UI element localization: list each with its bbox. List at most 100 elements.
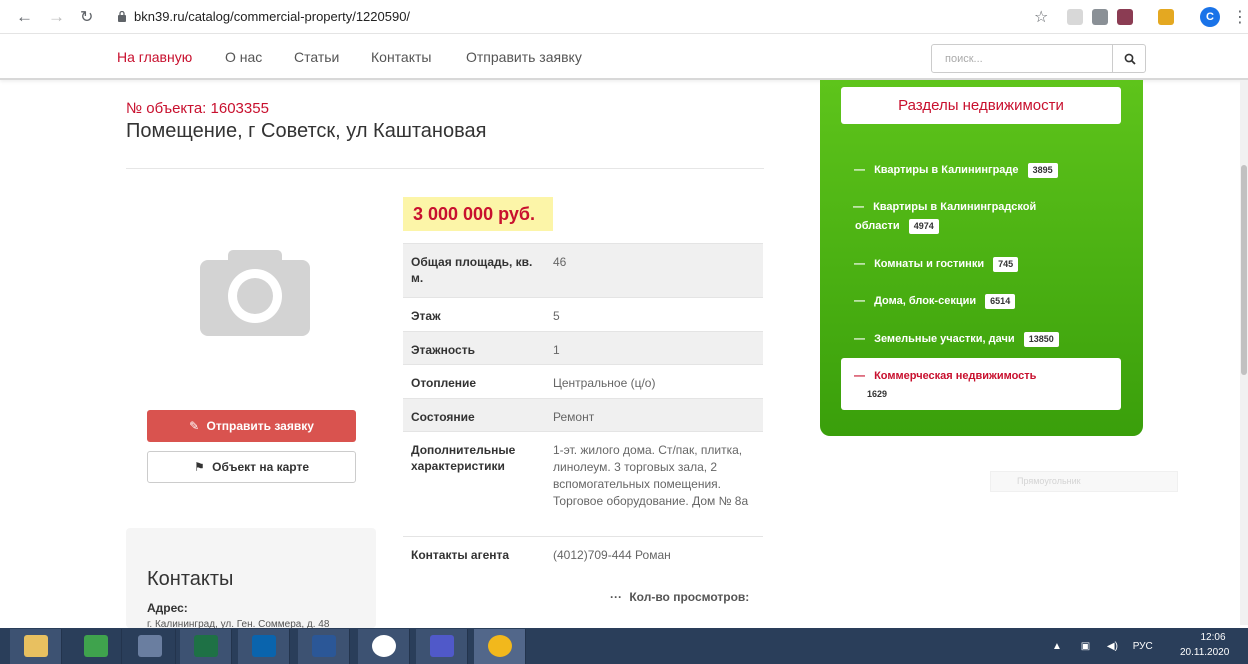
yandex-browser-icon bbox=[372, 635, 396, 657]
search-input[interactable]: поиск... bbox=[931, 44, 1113, 73]
sidebar-item-houses[interactable]: — Дома, блок-секции 6514 bbox=[854, 293, 1016, 309]
contacts-panel: Контакты Адрес: г. Калининград, ул. Ген.… bbox=[126, 528, 376, 628]
show-on-map-button[interactable]: ⚑ Объект на карте bbox=[147, 451, 356, 483]
contacts-title: Контакты bbox=[147, 568, 234, 590]
camera-placeholder-icon bbox=[200, 250, 310, 336]
nav-submit-request[interactable]: Отправить заявку bbox=[466, 49, 582, 65]
nav-articles[interactable]: Статьи bbox=[294, 49, 339, 65]
excel-icon bbox=[194, 635, 218, 657]
property-key: Состояние bbox=[411, 410, 475, 424]
sidebar-item-apartments-region[interactable]: — Квартиры в Калининградской bbox=[853, 199, 1036, 215]
clock-date[interactable]: 20.11.2020 bbox=[1180, 647, 1229, 658]
language-indicator[interactable]: РУС bbox=[1133, 641, 1153, 652]
property-key: Этаж bbox=[411, 309, 441, 323]
address-bar[interactable]: bkn39.ru/catalog/commercial-property/122… bbox=[134, 9, 410, 24]
folder-icon bbox=[24, 635, 48, 657]
eye-icon: ··· bbox=[610, 590, 622, 604]
sidebar-item-apartments-city[interactable]: — Квартиры в Калининграде 3895 bbox=[854, 162, 1058, 178]
property-key: Этажность bbox=[411, 343, 475, 357]
dash-icon: — bbox=[854, 370, 865, 382]
page-title: Помещение, г Советск, ул Каштановая bbox=[126, 120, 487, 142]
taskbar-teams[interactable] bbox=[416, 629, 468, 664]
property-value: 1-эт. жилого дома. Ст/пак, плитка, линол… bbox=[553, 443, 749, 508]
paint-app-icon bbox=[138, 635, 162, 657]
outlook-icon bbox=[252, 635, 276, 657]
taskbar-excel[interactable] bbox=[180, 629, 232, 664]
sidebar-item-rooms[interactable]: — Комнаты и гостинки 745 bbox=[854, 256, 1019, 272]
teams-icon bbox=[430, 635, 454, 657]
sidebar-item-label: Квартиры в Калининградской bbox=[873, 201, 1037, 213]
taskbar-app[interactable] bbox=[124, 629, 176, 664]
nav-contacts[interactable]: Контакты bbox=[371, 49, 431, 65]
sidebar-item-land[interactable]: — Земельные участки, дачи 13850 bbox=[854, 331, 1059, 347]
extension-icon[interactable] bbox=[1117, 9, 1133, 25]
clock-time[interactable]: 12:06 bbox=[1193, 632, 1233, 643]
chart-app-icon bbox=[84, 635, 108, 657]
system-tray[interactable]: ▲ ▣ ◀) РУС bbox=[1052, 641, 1153, 652]
sidebar-title: Разделы недвижимости bbox=[841, 87, 1121, 124]
property-key: Отопление bbox=[411, 376, 477, 390]
property-key: Общая площадь, кв. м. bbox=[411, 255, 533, 285]
scrollbar-thumb[interactable] bbox=[1241, 165, 1247, 375]
chrome-icon bbox=[488, 635, 512, 657]
property-value: 1 bbox=[553, 343, 560, 357]
count-badge: 3895 bbox=[1027, 163, 1058, 178]
flag-icon: ⚑ bbox=[194, 460, 205, 474]
send-request-button[interactable]: ✎ Отправить заявку bbox=[147, 410, 356, 442]
edit-icon: ✎ bbox=[189, 419, 200, 433]
taskbar-chrome[interactable] bbox=[474, 629, 526, 664]
address-value: г. Калининград, ул. Ген. Соммера, д. 48 bbox=[147, 619, 330, 628]
sidebar-item-commercial[interactable]: — Коммерческая недвижимость 1629 bbox=[841, 358, 1121, 410]
table-row: Этажность 1 bbox=[403, 331, 763, 364]
reload-icon[interactable]: ↻ bbox=[80, 7, 93, 27]
table-row: Дополнительные характеристики 1-эт. жило… bbox=[403, 431, 763, 536]
taskbar-explorer[interactable] bbox=[10, 629, 62, 664]
extension-icon[interactable] bbox=[1158, 9, 1174, 25]
word-icon bbox=[312, 635, 336, 657]
table-row: Общая площадь, кв. м. 46 bbox=[403, 243, 763, 297]
dash-icon: — bbox=[854, 258, 865, 270]
dash-icon: — bbox=[854, 333, 865, 345]
sidebar-item-apartments-region-line2[interactable]: области 4974 bbox=[855, 218, 939, 234]
send-request-label: Отправить заявку bbox=[206, 419, 314, 433]
nav-home[interactable]: На главную bbox=[117, 49, 192, 65]
count-badge: 1629 bbox=[867, 389, 888, 399]
menu-kebab-icon[interactable]: ⋮ bbox=[1232, 7, 1248, 27]
sidebar-active-label: — Коммерческая недвижимость bbox=[854, 370, 1036, 382]
network-icon: ▣ bbox=[1080, 641, 1091, 652]
dash-icon: — bbox=[853, 201, 864, 213]
sidebar-item-label: Комнаты и гостинки bbox=[874, 258, 985, 270]
count-badge: 13850 bbox=[1023, 332, 1059, 347]
show-on-map-label: Объект на карте bbox=[212, 460, 309, 474]
count-badge: 745 bbox=[993, 257, 1019, 272]
forward-icon[interactable]: → bbox=[48, 7, 65, 27]
extension-icon[interactable] bbox=[1092, 9, 1108, 25]
divider bbox=[126, 168, 764, 169]
volume-icon: ◀) bbox=[1106, 641, 1118, 652]
sidebar-item-label: Квартиры в Калининграде bbox=[874, 164, 1019, 176]
profile-avatar[interactable]: C bbox=[1200, 7, 1220, 27]
table-row: Отопление Центральное (ц/о) bbox=[403, 364, 763, 398]
property-value: 5 bbox=[553, 309, 560, 323]
taskbar-yandex[interactable] bbox=[358, 629, 410, 664]
dash-icon: — bbox=[854, 164, 865, 176]
taskbar-app[interactable] bbox=[70, 629, 122, 664]
views-label: Кол-во просмотров: bbox=[629, 590, 750, 604]
back-icon[interactable]: ← bbox=[16, 7, 33, 27]
search-button[interactable] bbox=[1112, 44, 1146, 73]
tray-arrow-icon: ▲ bbox=[1052, 641, 1062, 652]
search-icon bbox=[1124, 53, 1136, 65]
ghost-placeholder: Прямоугольник bbox=[990, 471, 1178, 492]
object-number: № объекта: 1603355 bbox=[126, 100, 269, 117]
dash-icon: — bbox=[854, 295, 865, 307]
sidebar-categories: Разделы недвижимости — Квартиры в Калини… bbox=[820, 80, 1143, 436]
browser-toolbar: ← → ↻ bkn39.ru/catalog/commercial-proper… bbox=[0, 0, 1248, 34]
taskbar-outlook[interactable] bbox=[238, 629, 290, 664]
table-row: Контакты агента (4012)709-444 Роман bbox=[403, 536, 763, 576]
taskbar-word[interactable] bbox=[298, 629, 350, 664]
property-value: (4012)709-444 Роман bbox=[553, 548, 671, 562]
price-tag: 3 000 000 руб. bbox=[403, 197, 553, 231]
extension-icon[interactable] bbox=[1067, 9, 1083, 25]
bookmark-star-icon[interactable]: ☆ bbox=[1034, 7, 1048, 27]
nav-about[interactable]: О нас bbox=[225, 49, 262, 65]
